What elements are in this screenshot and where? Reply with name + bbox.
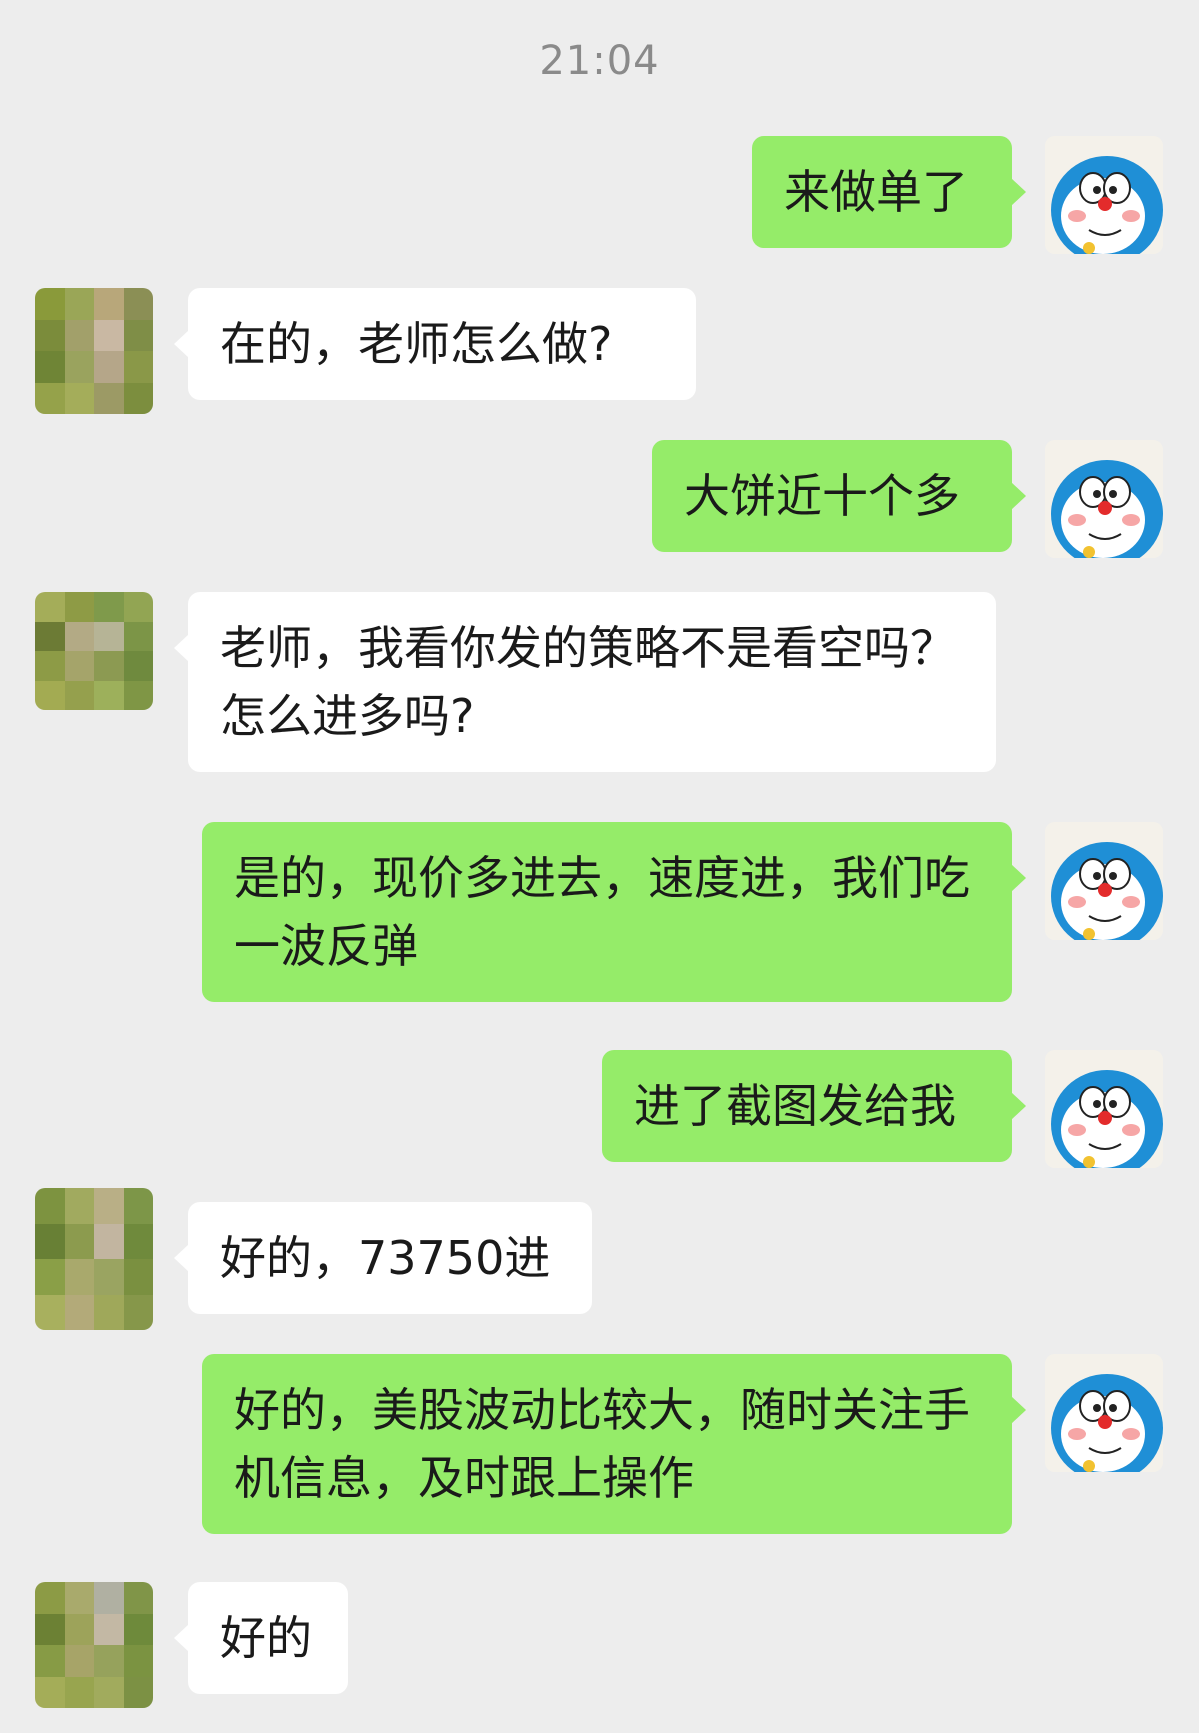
chat-timestamp: 21:04	[539, 38, 660, 84]
message-bubble-other[interactable]: 在的，老师怎么做?	[174, 288, 696, 400]
message-bubble-self[interactable]: 是的，现价多进去，速度进，我们吃一波反弹	[202, 822, 1026, 1002]
message-text: 在的，老师怎么做?	[220, 317, 613, 371]
message-bubble-self[interactable]: 进了截图发给我	[602, 1050, 1026, 1162]
self-avatar[interactable]	[1045, 1050, 1163, 1168]
message-text: 好的，73750进	[220, 1231, 551, 1285]
message-bubble-self[interactable]: 大饼近十个多	[652, 440, 1026, 552]
pixelated-photo-avatar	[35, 1188, 153, 1330]
self-avatar[interactable]	[1045, 440, 1163, 558]
message-bubble-other[interactable]: 老师，我看你发的策略不是看空吗？怎么进多吗?	[174, 592, 996, 772]
other-avatar[interactable]	[35, 1582, 153, 1708]
message-text: 好的，美股波动比较大，随时关注手机信息，及时跟上操作	[234, 1383, 970, 1505]
pixelated-photo-avatar	[35, 1582, 153, 1708]
self-avatar[interactable]	[1045, 136, 1163, 254]
cartoon-cat-avatar-icon	[1045, 136, 1163, 254]
cartoon-cat-avatar-icon	[1045, 1050, 1163, 1168]
pixelated-photo-avatar	[35, 288, 153, 414]
message-text: 老师，我看你发的策略不是看空吗？怎么进多吗?	[220, 621, 956, 743]
self-avatar[interactable]	[1045, 822, 1163, 940]
cartoon-cat-avatar-icon	[1045, 440, 1163, 558]
message-text: 大饼近十个多	[684, 469, 960, 523]
pixelated-photo-avatar	[35, 592, 153, 710]
cartoon-cat-avatar-icon	[1045, 1354, 1163, 1472]
self-avatar[interactable]	[1045, 1354, 1163, 1472]
other-avatar[interactable]	[35, 1188, 153, 1330]
other-avatar[interactable]	[35, 288, 153, 414]
message-bubble-self[interactable]: 来做单了	[752, 136, 1026, 248]
message-text: 进了截图发给我	[634, 1079, 956, 1133]
message-text: 来做单了	[784, 165, 968, 219]
other-avatar[interactable]	[35, 592, 153, 710]
message-text: 是的，现价多进去，速度进，我们吃一波反弹	[234, 851, 970, 973]
cartoon-cat-avatar-icon	[1045, 822, 1163, 940]
message-bubble-other[interactable]: 好的	[174, 1582, 348, 1694]
message-text: 好的	[220, 1611, 312, 1665]
message-bubble-self[interactable]: 好的，美股波动比较大，随时关注手机信息，及时跟上操作	[202, 1354, 1026, 1534]
message-bubble-other[interactable]: 好的，73750进	[174, 1202, 592, 1314]
